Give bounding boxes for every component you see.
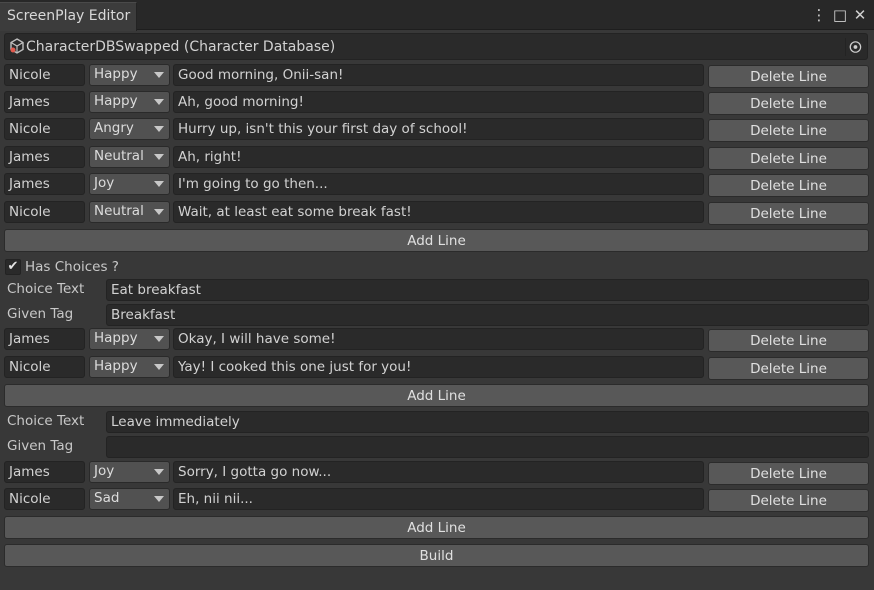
character-name-field[interactable]: Nicole	[4, 356, 85, 378]
emotion-value: Joy	[94, 463, 115, 479]
delete-line-button[interactable]: Delete Line	[708, 357, 869, 380]
dropdown-arrow-icon	[154, 154, 164, 160]
emotion-dropdown[interactable]: Happy	[89, 356, 170, 378]
emotion-value: Joy	[94, 175, 115, 191]
emotion-dropdown[interactable]: Happy	[89, 91, 170, 113]
emotion-dropdown[interactable]: Happy	[89, 328, 170, 350]
emotion-dropdown[interactable]: Joy	[89, 173, 170, 195]
dropdown-arrow-icon	[154, 469, 164, 475]
given-tag-field[interactable]: Breakfast	[106, 304, 869, 326]
emotion-value: Happy	[94, 358, 138, 374]
dialogue-text-field[interactable]: Eh, nii nii...	[173, 488, 704, 510]
emotion-dropdown[interactable]: Joy	[89, 461, 170, 483]
emotion-dropdown[interactable]: Sad	[89, 488, 170, 510]
emotion-value: Happy	[94, 66, 138, 82]
emotion-dropdown[interactable]: Neutral	[89, 146, 170, 168]
emotion-value: Happy	[94, 330, 138, 346]
choice-text-field[interactable]: Eat breakfast	[106, 279, 869, 301]
emotion-value: Neutral	[94, 203, 144, 219]
has-choices-checkbox[interactable]: ✔	[5, 259, 21, 275]
delete-line-button[interactable]: Delete Line	[708, 147, 869, 170]
delete-line-button[interactable]: Delete Line	[708, 119, 869, 142]
object-picker-icon[interactable]	[845, 38, 863, 56]
character-database-value: CharacterDBSwapped (Character Database)	[26, 39, 336, 55]
emotion-dropdown[interactable]: Happy	[89, 64, 170, 86]
given-tag-label: Given Tag	[7, 438, 74, 454]
choice-text-label: Choice Text	[7, 413, 85, 429]
menu-icon[interactable]: ⋮	[811, 5, 827, 25]
delete-line-button[interactable]: Delete Line	[708, 65, 869, 88]
dialogue-text-field[interactable]: Hurry up, isn't this your first day of s…	[173, 118, 704, 140]
character-name-field[interactable]: James	[4, 146, 85, 168]
dropdown-arrow-icon	[154, 336, 164, 342]
dropdown-arrow-icon	[154, 126, 164, 132]
build-button[interactable]: Build	[4, 544, 869, 567]
dialogue-text-field[interactable]: Ah, right!	[173, 146, 704, 168]
close-icon[interactable]: ✕	[851, 5, 869, 25]
choice-text-label: Choice Text	[7, 281, 85, 297]
emotion-dropdown[interactable]: Angry	[89, 118, 170, 140]
dropdown-arrow-icon	[154, 496, 164, 502]
dropdown-arrow-icon	[154, 209, 164, 215]
add-line-button[interactable]: Add Line	[4, 229, 869, 252]
delete-line-button[interactable]: Delete Line	[708, 329, 869, 352]
given-tag-label: Given Tag	[7, 306, 74, 322]
delete-line-button[interactable]: Delete Line	[708, 92, 869, 115]
character-name-field[interactable]: Nicole	[4, 201, 85, 223]
scriptable-object-icon	[10, 38, 24, 54]
editor-tab[interactable]: ScreenPlay Editor	[0, 2, 137, 31]
emotion-value: Neutral	[94, 148, 144, 164]
dialogue-text-field[interactable]: Good morning, Onii-san!	[173, 64, 704, 86]
delete-line-button[interactable]: Delete Line	[708, 462, 869, 485]
choice-text-field[interactable]: Leave immediately	[106, 411, 869, 433]
dialogue-text-field[interactable]: I'm going to go then...	[173, 173, 704, 195]
given-tag-field[interactable]	[106, 436, 869, 458]
emotion-value: Sad	[94, 490, 120, 506]
has-choices-label: Has Choices ?	[25, 259, 119, 275]
character-name-field[interactable]: James	[4, 461, 85, 483]
emotion-value: Angry	[94, 120, 134, 136]
character-name-field[interactable]: James	[4, 91, 85, 113]
character-name-field[interactable]: Nicole	[4, 64, 85, 86]
delete-line-button[interactable]: Delete Line	[708, 174, 869, 197]
dropdown-arrow-icon	[154, 181, 164, 187]
character-database-field[interactable]: CharacterDBSwapped (Character Database)	[4, 33, 868, 60]
emotion-dropdown[interactable]: Neutral	[89, 201, 170, 223]
delete-line-button[interactable]: Delete Line	[708, 489, 869, 512]
emotion-value: Happy	[94, 93, 138, 109]
dropdown-arrow-icon	[154, 99, 164, 105]
character-name-field[interactable]: James	[4, 328, 85, 350]
delete-line-button[interactable]: Delete Line	[708, 202, 869, 225]
character-name-field[interactable]: Nicole	[4, 488, 85, 510]
add-line-button[interactable]: Add Line	[4, 516, 869, 539]
dialogue-text-field[interactable]: Okay, I will have some!	[173, 328, 704, 350]
maximize-icon[interactable]: □	[831, 5, 849, 25]
character-name-field[interactable]: James	[4, 173, 85, 195]
dialogue-text-field[interactable]: Yay! I cooked this one just for you!	[173, 356, 704, 378]
dialogue-text-field[interactable]: Wait, at least eat some break fast!	[173, 201, 704, 223]
add-line-button[interactable]: Add Line	[4, 384, 869, 407]
dropdown-arrow-icon	[154, 72, 164, 78]
dialogue-text-field[interactable]: Sorry, I gotta go now...	[173, 461, 704, 483]
dropdown-arrow-icon	[154, 364, 164, 370]
dialogue-text-field[interactable]: Ah, good morning!	[173, 91, 704, 113]
character-name-field[interactable]: Nicole	[4, 118, 85, 140]
